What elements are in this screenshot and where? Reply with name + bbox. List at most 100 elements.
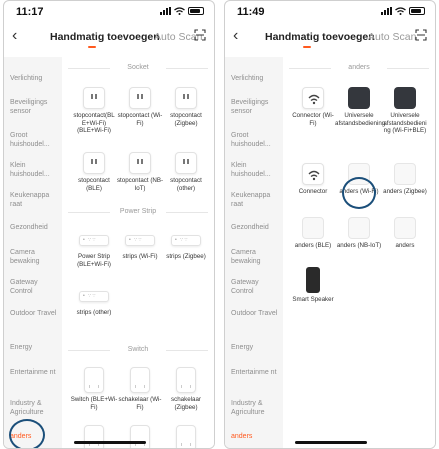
signal-icon [160, 7, 171, 15]
sidebar-item-camera[interactable]: Camera bewaking [231, 249, 283, 266]
tab-auto-scan[interactable]: Auto Scan [368, 31, 416, 43]
home-indicator[interactable] [74, 441, 146, 444]
generic-device-icon [394, 217, 416, 239]
battery-icon [188, 7, 204, 15]
device-socket-wifi[interactable]: stopcontact (Wi-Fi) [116, 87, 164, 127]
sidebar-item-gateway[interactable]: Gateway Control [10, 279, 62, 296]
battery-icon [409, 7, 425, 15]
sidebar-item-beveiligings[interactable]: Beveiligings sensor [231, 99, 283, 116]
device-anders-nbiot[interactable]: anders (NB-IoT) [335, 217, 383, 250]
device-switch-wifi[interactable]: schakelaar (Wi-Fi) [116, 367, 164, 411]
scan-icon[interactable] [194, 29, 206, 41]
wifi-icon [395, 7, 406, 15]
sidebar-item-klein[interactable]: Klein huishoudel... [231, 162, 283, 179]
sidebar-item-anders[interactable]: anders [231, 433, 283, 442]
device-anders-ble[interactable]: anders (BLE) [289, 217, 337, 250]
sidebar-item-entertainment[interactable]: Entertainme nt [10, 369, 62, 378]
sidebar-item-groot[interactable]: Groot huishoudel... [231, 132, 283, 149]
device-socket-ble-wifi[interactable]: stopcontact(BL E+Wi-Fi) (BLE+Wi-Fi) [70, 87, 118, 135]
socket-icon [129, 87, 151, 109]
device-socket-ble[interactable]: stopcontact (BLE) [70, 152, 118, 192]
status-indicators [160, 7, 204, 15]
device-switch-row2-b[interactable] [116, 425, 164, 448]
sidebar-item-industry[interactable]: Industry & Agriculture [10, 400, 62, 417]
device-grid: Socket stopcontact(BL E+Wi-Fi) (BLE+Wi-F… [62, 57, 214, 448]
tab-manual-add[interactable]: Handmatig toevoegen [50, 31, 160, 43]
clock: 11:49 [237, 6, 265, 18]
device-strip-ble-wifi[interactable]: Power Strip (BLE+Wi-Fi) [70, 229, 118, 268]
generic-device-icon [302, 217, 324, 239]
sidebar-item-outdoor[interactable]: Outdoor Travel [231, 310, 283, 319]
switch-icon [176, 367, 196, 393]
sidebar-item-energy[interactable]: Energy [10, 344, 62, 353]
back-chevron-icon[interactable]: ‹ [12, 27, 17, 45]
status-bar: 11:17 [4, 1, 214, 23]
device-connector[interactable]: Connector [289, 163, 337, 196]
generic-device-icon [348, 217, 370, 239]
device-connector-wifi[interactable]: Connector (Wi-Fi) [289, 87, 337, 127]
device-universal-remote-wifi-ble[interactable]: Universele afstandsbedieni ng (Wi-Fi+BLE… [381, 87, 429, 135]
sidebar-item-entertainment[interactable]: Entertainme nt [231, 369, 283, 378]
sidebar-item-industry[interactable]: Industry & Agriculture [231, 400, 283, 417]
device-grid: anders Connector (Wi-Fi) Universele afst… [283, 57, 435, 448]
device-socket-zigbee[interactable]: stopcontact (Zigbee) [162, 87, 210, 127]
nav-header: ‹ Handmatig toevoegen Auto Scan [225, 25, 435, 51]
highlight-circle [342, 177, 376, 209]
back-chevron-icon[interactable]: ‹ [233, 27, 238, 45]
sidebar-item-klein[interactable]: Klein huishoudel... [10, 162, 62, 179]
sidebar-item-beveiligings[interactable]: Beveiligings sensor [10, 99, 62, 116]
screenshot-canvas: 11:17 ‹ Handmatig toevoegen Auto Scan Ve… [0, 0, 439, 449]
device-strip-wifi[interactable]: strips (Wi-Fi) [116, 229, 164, 261]
wifi-router-icon [302, 163, 324, 185]
sidebar-item-camera[interactable]: Camera bewaking [10, 249, 62, 266]
active-tab-indicator [88, 46, 96, 48]
wifi-icon [174, 7, 185, 15]
device-switch-row2-c[interactable] [162, 425, 210, 448]
section-header-switch: Switch [68, 345, 208, 355]
sidebar-item-groot[interactable]: Groot huishoudel... [10, 132, 62, 149]
section-header-power-strip: Power Strip [68, 207, 208, 217]
device-switch-ble-wifi[interactable]: Switch (BLE+Wi-Fi) [70, 367, 118, 411]
device-anders[interactable]: anders [381, 217, 429, 250]
remote-icon [348, 87, 370, 109]
power-strip-icon [79, 291, 109, 302]
clock: 11:17 [16, 6, 44, 18]
socket-icon [129, 152, 151, 174]
switch-icon [84, 367, 104, 393]
sidebar-item-gateway[interactable]: Gateway Control [231, 279, 283, 296]
phone-right: 11:49 ‹ Handmatig toevoegen Auto Scan Ve… [224, 0, 436, 449]
device-switch-zigbee[interactable]: schakelaar (Zigbee) [162, 367, 210, 411]
sidebar-item-outdoor[interactable]: Outdoor Travel [10, 310, 62, 319]
wifi-router-icon [302, 87, 324, 109]
home-indicator[interactable] [295, 441, 367, 444]
device-strip-zigbee[interactable]: strips (Zigbee) [162, 229, 210, 261]
device-smart-speaker[interactable]: Smart Speaker [289, 267, 337, 304]
highlight-circle [9, 419, 45, 448]
status-bar: 11:49 [225, 1, 435, 23]
device-switch-row2-a[interactable] [70, 425, 118, 448]
sidebar-item-gezondheid[interactable]: Gezondheid [10, 224, 62, 233]
sidebar-item-verlichting[interactable]: Verlichting [231, 75, 283, 84]
device-strip-other[interactable]: strips (other) [70, 285, 118, 317]
switch-icon [130, 367, 150, 393]
device-socket-other[interactable]: stopcontact (other) [162, 152, 210, 192]
sidebar-item-gezondheid[interactable]: Gezondheid [231, 224, 283, 233]
device-socket-nbiot[interactable]: stopcontact (NB-IoT) [116, 152, 164, 192]
sidebar-item-verlichting[interactable]: Verlichting [10, 75, 62, 84]
device-universal-remote[interactable]: Universele afstandsbediening [335, 87, 385, 127]
category-sidebar: Verlichting Beveiligings sensor Groot hu… [225, 57, 283, 448]
section-header-socket: Socket [68, 63, 208, 73]
sidebar-item-keuken[interactable]: Keukenappa raat [10, 192, 62, 209]
switch-icon [130, 425, 150, 448]
device-anders-zigbee[interactable]: anders (Zigbee) [381, 163, 429, 196]
speaker-icon [306, 267, 320, 293]
nav-header: ‹ Handmatig toevoegen Auto Scan [4, 25, 214, 51]
scan-icon[interactable] [415, 29, 427, 41]
phone-left: 11:17 ‹ Handmatig toevoegen Auto Scan Ve… [3, 0, 215, 449]
tab-manual-add[interactable]: Handmatig toevoegen [265, 31, 375, 43]
power-strip-icon [125, 235, 155, 246]
sidebar-item-keuken[interactable]: Keukenappa raat [231, 192, 283, 209]
sidebar-item-energy[interactable]: Energy [231, 344, 283, 353]
signal-icon [381, 7, 392, 15]
socket-icon [83, 152, 105, 174]
